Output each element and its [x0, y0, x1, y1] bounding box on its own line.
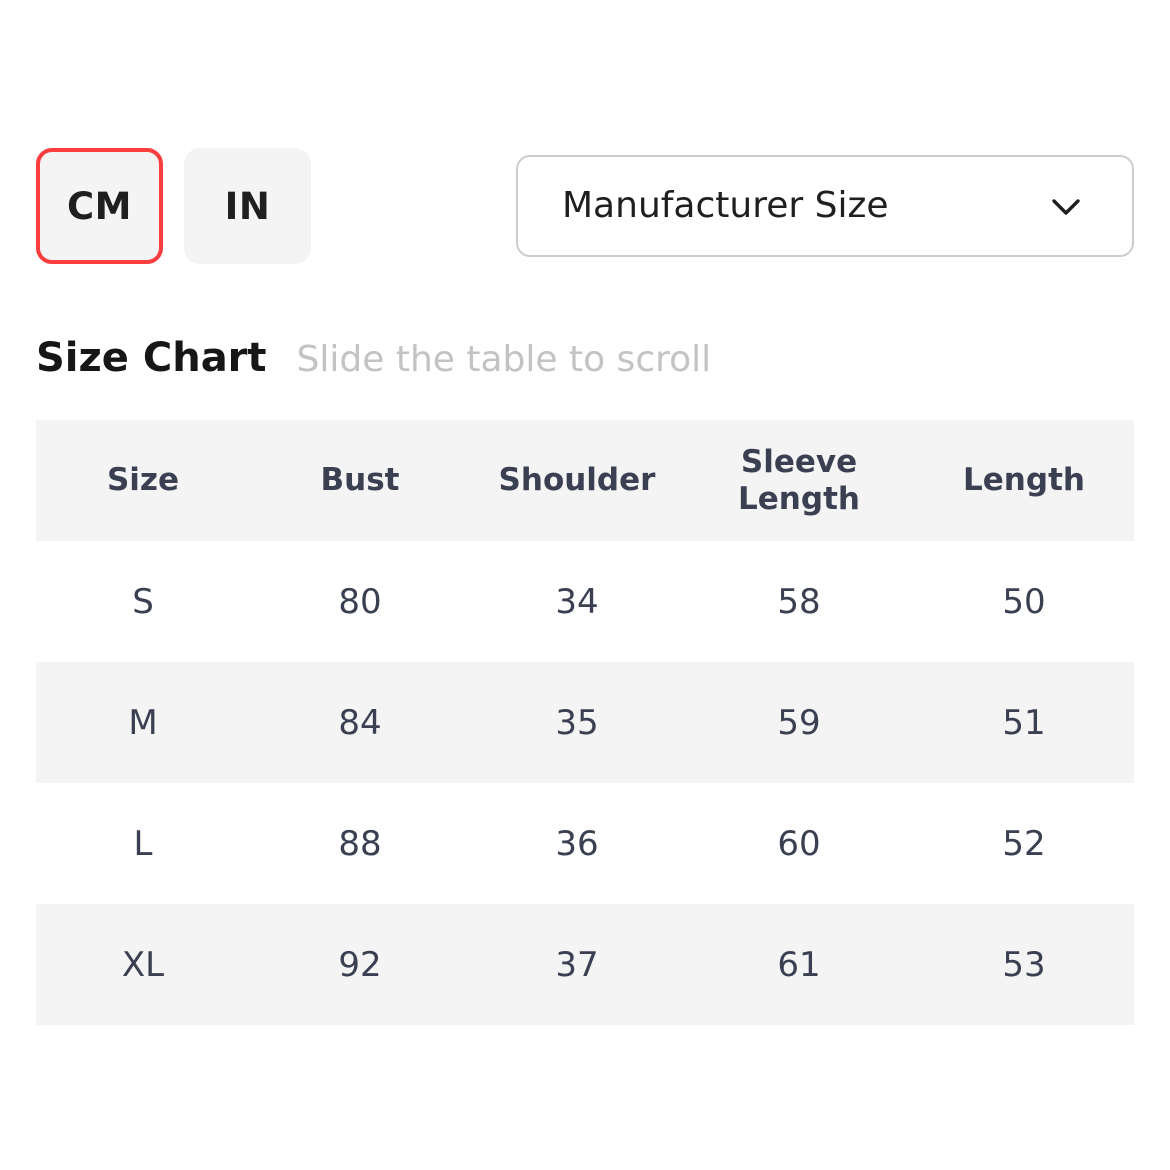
cell-size: L: [133, 823, 153, 864]
cell-bust: 84: [338, 702, 382, 743]
size-type-dropdown[interactable]: Manufacturer Size: [516, 155, 1134, 257]
table-row: M 84 35 59 51: [36, 662, 1134, 783]
cell-shoulder: 37: [555, 944, 599, 985]
size-chart-controls: CM IN Manufacturer Size: [0, 148, 1170, 268]
size-table: Size Bust Shoulder Sleeve Length Length …: [36, 420, 1134, 1025]
cell-sleeve-length: 59: [777, 702, 821, 743]
table-row: L 88 36 60 52: [36, 783, 1134, 904]
cell-shoulder: 34: [555, 581, 599, 622]
cell-shoulder: 36: [555, 823, 599, 864]
column-header-size: Size: [106, 462, 180, 499]
column-header-shoulder: Shoulder: [498, 462, 656, 499]
unit-button-in[interactable]: IN: [184, 148, 311, 264]
column-header-length: Length: [963, 462, 1085, 499]
cell-sleeve-length: 58: [777, 581, 821, 622]
cell-bust: 80: [338, 581, 382, 622]
cell-length: 51: [1002, 702, 1046, 743]
cell-length: 52: [1002, 823, 1046, 864]
cell-bust: 88: [338, 823, 382, 864]
cell-size: XL: [121, 944, 165, 985]
table-row: XL 92 37 61 53: [36, 904, 1134, 1025]
cell-size: M: [128, 702, 158, 743]
cell-length: 50: [1002, 581, 1046, 622]
unit-button-cm[interactable]: CM: [36, 148, 163, 264]
scroll-hint-text: Slide the table to scroll: [296, 339, 712, 380]
table-row: S 80 34 58 50: [36, 541, 1134, 662]
cell-bust: 92: [338, 944, 382, 985]
size-table-header: Size Bust Shoulder Sleeve Length Length: [36, 420, 1134, 541]
cell-size: S: [132, 581, 154, 622]
cell-sleeve-length: 60: [777, 823, 821, 864]
chevron-down-icon: [1044, 184, 1088, 228]
size-table-scroll-area[interactable]: Size Bust Shoulder Sleeve Length Length …: [36, 420, 1134, 1025]
page-title: Size Chart: [36, 335, 267, 381]
cell-length: 53: [1002, 944, 1046, 985]
size-chart-heading: Size Chart Slide the table to scroll: [36, 338, 711, 378]
size-type-selected-value: Manufacturer Size: [562, 185, 889, 226]
cell-shoulder: 35: [555, 702, 599, 743]
unit-toggle-group: CM IN: [36, 148, 311, 264]
column-header-bust: Bust: [320, 462, 400, 499]
cell-sleeve-length: 61: [777, 944, 821, 985]
size-chart-panel: CM IN Manufacturer Size Size Chart Slide…: [0, 0, 1170, 1170]
size-table-body: S 80 34 58 50 M 84 35 59 51 L 88 36 60 5…: [36, 541, 1134, 1025]
column-header-sleeve-length: Sleeve Length: [738, 443, 860, 517]
table-header-row: Size Bust Shoulder Sleeve Length Length: [36, 420, 1134, 541]
